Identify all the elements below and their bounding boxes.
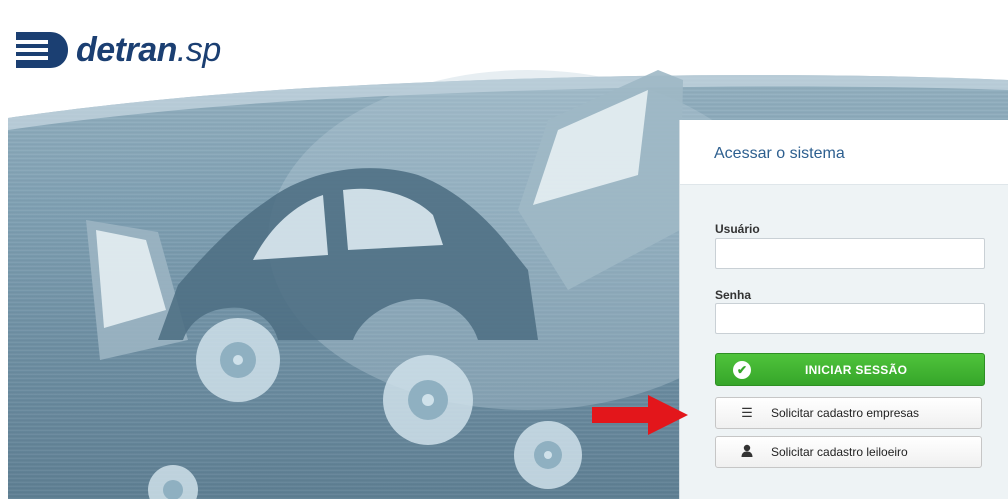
start-session-button[interactable]: ✔ INICIAR SESSÃO [715,353,985,386]
list-icon: ☰ [741,405,753,420]
red-arrow-icon [592,395,688,435]
user-icon [740,444,754,460]
login-title: Acessar o sistema [714,145,845,162]
login-header: Acessar o sistema [680,120,1008,185]
start-session-label: INICIAR SESSÃO [805,362,908,377]
password-label: Senha [715,288,752,302]
logo-text-main: detran [76,30,177,69]
request-company-label: Solicitar cadastro empresas [771,406,920,420]
logo-mark-icon [14,32,68,68]
check-circle-icon: ✔ [733,360,751,379]
request-company-registration-button[interactable]: ☰ Solicitar cadastro empresas [715,397,982,429]
logo-text-suffix: .sp [176,30,221,69]
password-input[interactable] [715,303,985,334]
username-label: Usuário [715,222,760,236]
username-input[interactable] [715,238,985,269]
request-auctioneer-label: Solicitar cadastro leiloeiro [771,445,908,459]
request-auctioneer-registration-button[interactable]: Solicitar cadastro leiloeiro [715,436,982,468]
detran-logo[interactable]: detran.sp [14,28,221,72]
login-panel: Acessar o sistema Usuário Senha ✔ INICIA… [679,120,1008,499]
logo-wordmark: detran.sp [76,31,221,70]
